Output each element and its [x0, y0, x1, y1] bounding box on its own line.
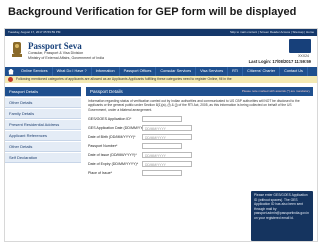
nav-visa-services[interactable]: Visa Services [196, 67, 229, 76]
home-icon[interactable] [8, 68, 14, 75]
user-id-text: XXX24 [298, 54, 309, 58]
sidebar-item-other-details-2[interactable]: Other Details [5, 142, 81, 152]
sidebar-item-references[interactable]: Applicant References [5, 131, 81, 141]
form-row: Passport Number* [86, 142, 313, 151]
field-label: Date of Expiry (DD/MM/YYYY)* [88, 161, 139, 166]
sidebar-item-passport-details[interactable]: Passport Details [5, 87, 81, 97]
ticker-text: Following mentioned categories of applic… [16, 77, 232, 81]
passport-badge-icon [289, 39, 311, 53]
field-label: Passport Number* [88, 143, 118, 148]
date-text: Tuesday, August 17, 2017 05:59:59 PM [8, 30, 61, 34]
form-row: Place of Issue* [86, 169, 313, 178]
form-sidebar: Passport Details Other Details Family De… [5, 87, 81, 164]
announcement-ticker: Following mentioned categories of applic… [5, 76, 317, 83]
required-note: Please note marked with asterisk (*) are… [241, 89, 310, 93]
field-label: Place of Issue* [88, 170, 112, 175]
nav-rti[interactable]: RTI [228, 67, 244, 76]
passport-number-input[interactable] [142, 142, 182, 149]
field-label: Date of Issue (DD/MM/YYYY)* [88, 152, 137, 157]
date-of-issue-input[interactable]: DD/MM/YYYY [142, 151, 192, 158]
place-of-issue-input[interactable] [142, 169, 182, 176]
rti-info-text: Information regarding status of verifica… [88, 99, 300, 112]
site-title: Passport Seva [28, 41, 82, 51]
ges-application-date-input[interactable]: DD/MM/YYYY [142, 124, 192, 131]
date-of-birth-input[interactable]: DD/MM/YYYY [142, 133, 192, 140]
nav-citizens-charter[interactable]: Citizens' Charter [243, 67, 281, 76]
main-form-panel: Passport Details Please note marked with… [86, 87, 313, 178]
sidebar-item-other-details[interactable]: Other Details [5, 98, 81, 108]
passport-details-form: GES/GOES Application ID* GES Application… [86, 115, 313, 178]
form-row: GES/GOES Application ID* [86, 115, 313, 124]
field-label: Date of Birth (DD/MM/YYYY)* [88, 134, 136, 139]
page-caption: Background Verification for GEP form wil… [8, 6, 297, 18]
nav-passport-offices[interactable]: Passport Offices [120, 67, 157, 76]
field-label: GES Application Date (DD/MM/YYYY)* [88, 125, 151, 130]
ges-id-help-tooltip: Please enter GES/GOES Application ID (wi… [251, 191, 313, 241]
utility-links[interactable]: Skip to main content | Screen Reader Acc… [230, 29, 314, 36]
main-navigation: Online Services What Do I Have ? Informa… [5, 67, 317, 76]
site-header: Passport Seva Consular, Passport & Visa … [5, 36, 317, 66]
nav-consular-services[interactable]: Consular Services [156, 67, 197, 76]
national-emblem-icon [12, 42, 22, 57]
nav-information[interactable]: Information [92, 67, 120, 76]
field-label: GES/GOES Application ID* [88, 116, 132, 121]
sidebar-item-self-declaration[interactable]: Self Declaration [5, 153, 81, 163]
screenshot-frame: Tuesday, August 17, 2017 05:59:59 PM Ski… [4, 28, 318, 242]
date-of-expiry-input[interactable]: DD/MM/YYYY [142, 160, 192, 167]
ges-application-id-input[interactable] [142, 115, 182, 122]
form-row: GES Application Date (DD/MM/YYYY)* DD/MM… [86, 124, 313, 133]
nav-online-services[interactable]: Online Services [17, 67, 53, 76]
form-row: Date of Birth (DD/MM/YYYY)* DD/MM/YYYY [86, 133, 313, 142]
sidebar-item-family-details[interactable]: Family Details [5, 109, 81, 119]
form-row: Date of Issue (DD/MM/YYYY)* DD/MM/YYYY [86, 151, 313, 160]
utility-bar: Tuesday, August 17, 2017 05:59:59 PM Ski… [5, 29, 317, 36]
form-row: Date of Expiry (DD/MM/YYYY)* DD/MM/YYYY [86, 160, 313, 169]
panel-title: Passport Details [90, 89, 123, 94]
nav-what-do-i-have[interactable]: What Do I Have ? [53, 67, 92, 76]
last-login-text: Last Login: 17/08/2017 11:59:59 [248, 59, 311, 64]
panel-header: Passport Details Please note marked with… [86, 87, 313, 96]
sidebar-item-present-address[interactable]: Present Residential Address [5, 120, 81, 130]
alert-icon [8, 76, 13, 82]
nav-contact-us[interactable]: Contact Us [280, 67, 308, 76]
site-subtitle: Consular, Passport & Visa Division [28, 51, 84, 55]
ministry-subtitle: Ministry of External Affairs, Government… [28, 55, 105, 60]
